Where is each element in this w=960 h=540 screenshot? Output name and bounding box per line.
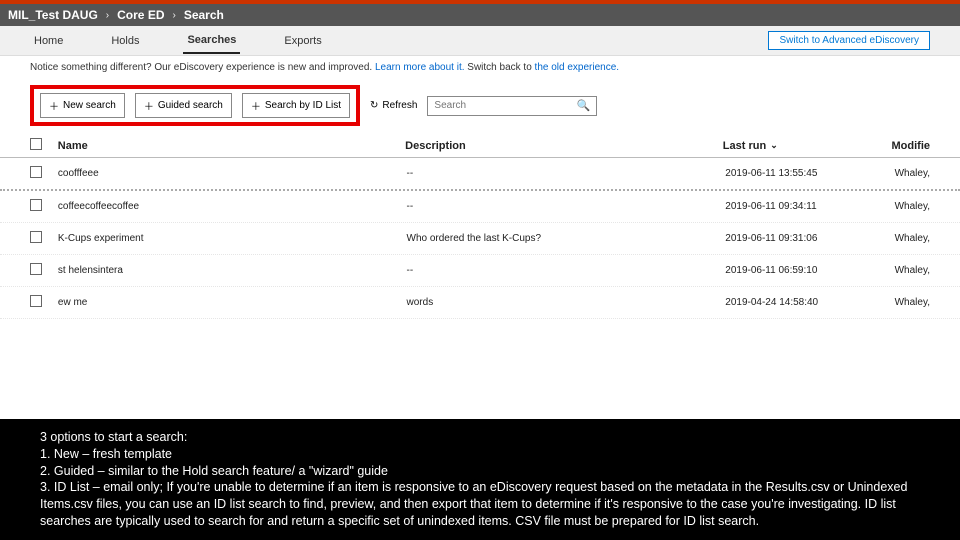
- cell-mod: Whaley,: [895, 201, 930, 212]
- breadcrumb-a[interactable]: MIL_Test DAUG: [8, 8, 98, 22]
- tab-bar: Home Holds Searches Exports Switch to Ad…: [0, 26, 960, 56]
- chevron-right-icon: ›: [172, 10, 175, 21]
- table-row[interactable]: coofffeee--2019-06-11 13:55:45Whaley,: [0, 158, 960, 191]
- cell-mod: Whaley,: [895, 297, 930, 308]
- toolbar: ＋ New search ＋ Guided search ＋ Search by…: [0, 79, 960, 132]
- cell-desc: Who ordered the last K-Cups?: [407, 233, 726, 244]
- breadcrumb: MIL_Test DAUG › Core ED › Search: [0, 4, 960, 26]
- caption-line: 3 options to start a search:: [40, 429, 920, 446]
- search-input[interactable]: [434, 100, 576, 111]
- cell-last: 2019-06-11 13:55:45: [725, 168, 894, 179]
- breadcrumb-b[interactable]: Core ED: [117, 8, 164, 22]
- tab-holds[interactable]: Holds: [107, 29, 143, 53]
- row-checkbox[interactable]: [30, 166, 42, 178]
- cell-last: 2019-04-24 14:58:40: [725, 297, 894, 308]
- highlight-box: ＋ New search ＋ Guided search ＋ Search by…: [30, 85, 360, 126]
- cell-last: 2019-06-11 09:31:06: [725, 233, 894, 244]
- refresh-button[interactable]: ↻ Refresh: [370, 100, 417, 111]
- cell-mod: Whaley,: [895, 168, 930, 179]
- table-row[interactable]: ew mewords2019-04-24 14:58:40Whaley,: [0, 287, 960, 319]
- switch-advanced-button[interactable]: Switch to Advanced eDiscovery: [768, 31, 930, 50]
- table-row[interactable]: K-Cups experimentWho ordered the last K-…: [0, 223, 960, 255]
- cell-name: K-Cups experiment: [58, 233, 407, 244]
- refresh-label: Refresh: [382, 100, 417, 111]
- guided-search-label: Guided search: [158, 100, 223, 111]
- col-last-run[interactable]: Last run ⌄: [723, 140, 892, 152]
- new-search-label: New search: [63, 100, 116, 111]
- breadcrumb-c: Search: [184, 8, 224, 22]
- col-name[interactable]: Name: [58, 140, 405, 152]
- chevron-down-icon: ⌄: [770, 140, 778, 151]
- search-box[interactable]: 🔍: [427, 96, 597, 116]
- old-experience-link[interactable]: the old experience.: [535, 62, 620, 73]
- caption-overlay: 3 options to start a search: 1. New – fr…: [0, 419, 960, 540]
- cell-desc: --: [407, 201, 726, 212]
- cell-desc: --: [407, 265, 726, 276]
- caption-line: 1. New – fresh template: [40, 446, 920, 463]
- cell-name: ew me: [58, 297, 407, 308]
- row-checkbox[interactable]: [30, 263, 42, 275]
- cell-mod: Whaley,: [895, 233, 930, 244]
- plus-icon: ＋: [49, 98, 59, 113]
- table-row[interactable]: coffeecoffeecoffee--2019-06-11 09:34:11W…: [0, 191, 960, 223]
- cell-last: 2019-06-11 06:59:10: [725, 265, 894, 276]
- tab-searches[interactable]: Searches: [183, 28, 240, 54]
- cell-mod: Whaley,: [895, 265, 930, 276]
- new-search-button[interactable]: ＋ New search: [40, 93, 125, 118]
- cell-name: st helensintera: [58, 265, 407, 276]
- id-list-label: Search by ID List: [265, 100, 341, 111]
- cell-last: 2019-06-11 09:34:11: [725, 201, 894, 212]
- learn-more-link[interactable]: Learn more about it.: [375, 62, 465, 73]
- select-all-checkbox[interactable]: [30, 138, 42, 150]
- caption-line: 3. ID List – email only; If you're unabl…: [40, 479, 920, 530]
- notice-mid: Switch back to: [467, 62, 534, 73]
- tab-home[interactable]: Home: [30, 29, 67, 53]
- table-header: Name Description Last run ⌄ Modifie: [0, 132, 960, 158]
- tab-exports[interactable]: Exports: [280, 29, 325, 53]
- caption-line: 2. Guided – similar to the Hold search f…: [40, 463, 920, 480]
- plus-icon: ＋: [144, 98, 154, 113]
- notice-text: Notice something different? Our eDiscove…: [30, 62, 375, 73]
- cell-name: coffeecoffeecoffee: [58, 201, 407, 212]
- search-icon[interactable]: 🔍: [577, 99, 591, 112]
- col-description[interactable]: Description: [405, 140, 723, 152]
- plus-icon: ＋: [251, 98, 261, 113]
- col-modified[interactable]: Modifie: [892, 140, 931, 152]
- guided-search-button[interactable]: ＋ Guided search: [135, 93, 232, 118]
- chevron-right-icon: ›: [106, 10, 109, 21]
- cell-desc: --: [407, 168, 726, 179]
- refresh-icon: ↻: [370, 100, 378, 111]
- notice-bar: Notice something different? Our eDiscove…: [0, 56, 960, 79]
- row-checkbox[interactable]: [30, 199, 42, 211]
- cell-desc: words: [407, 297, 726, 308]
- row-checkbox[interactable]: [30, 295, 42, 307]
- cell-name: coofffeee: [58, 168, 407, 179]
- search-by-id-button[interactable]: ＋ Search by ID List: [242, 93, 350, 118]
- table-body: coofffeee--2019-06-11 13:55:45Whaley,cof…: [0, 158, 960, 319]
- table-row[interactable]: st helensintera--2019-06-11 06:59:10Whal…: [0, 255, 960, 287]
- row-checkbox[interactable]: [30, 231, 42, 243]
